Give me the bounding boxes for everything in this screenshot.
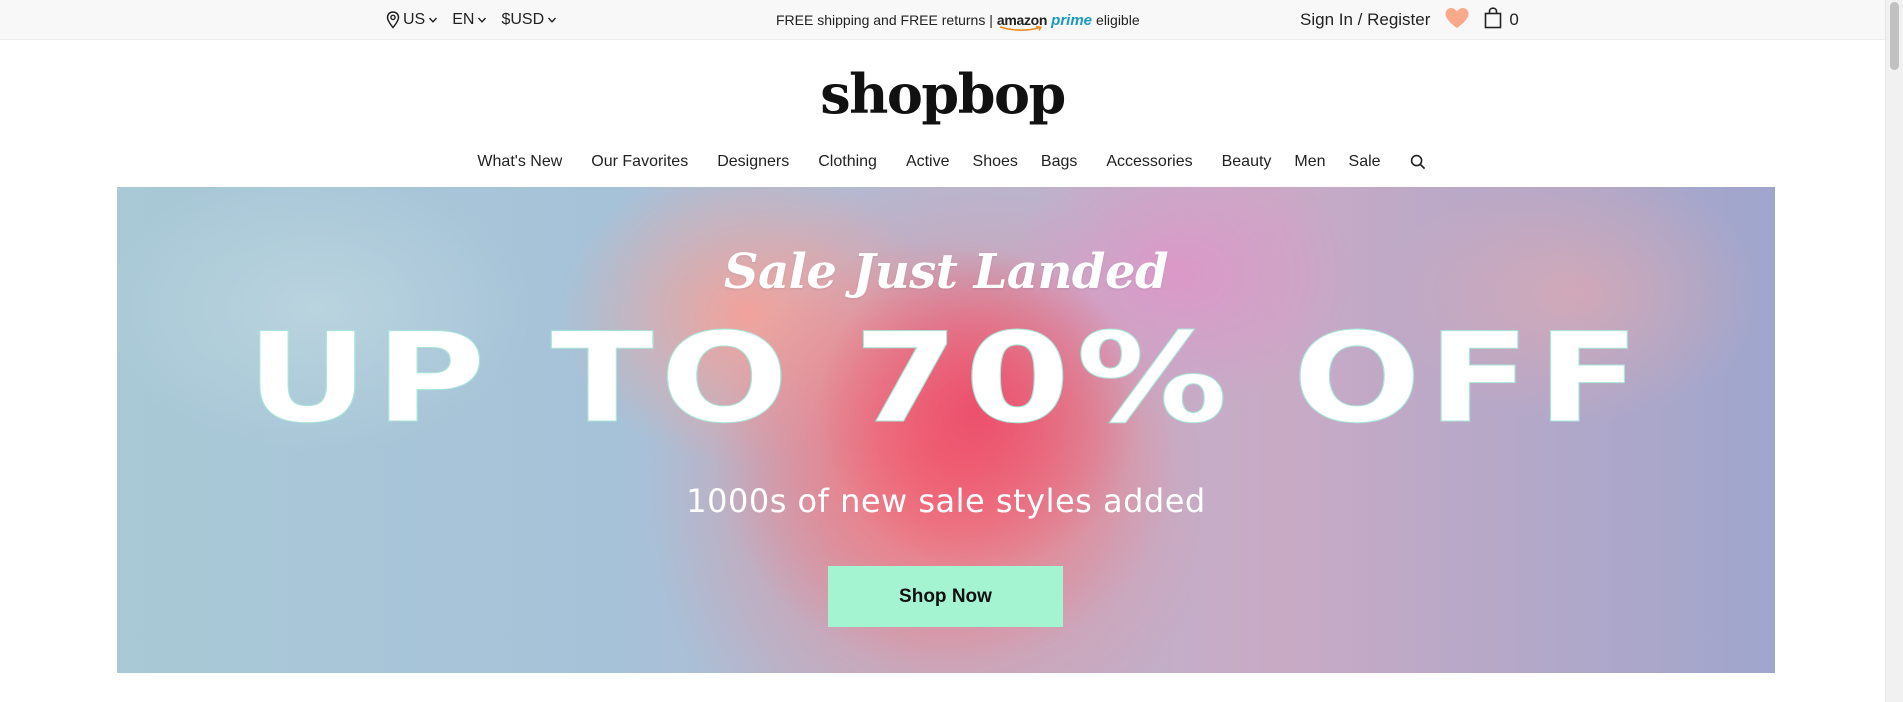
shipping-text: FREE shipping and FREE returns | [776, 12, 993, 28]
hero-subtitle: Sale Just Landed [723, 244, 1169, 300]
page-scrollbar[interactable] [1885, 0, 1903, 702]
site-logo[interactable]: shopbop [0, 62, 1885, 126]
nav-item-bags[interactable]: Bags [1041, 153, 1077, 171]
shipping-promo[interactable]: FREE shipping and FREE returns | amazon … [776, 11, 1140, 31]
sign-in-link[interactable]: Sign In / Register [1300, 10, 1430, 30]
scrollbar-thumb[interactable] [1890, 2, 1899, 70]
hero-banner[interactable]: Sale Just Landed UP TO 70% OFF 1000s of … [117, 187, 1775, 673]
nav-item-shoes[interactable]: Shoes [973, 153, 1018, 171]
heart-icon[interactable] [1444, 7, 1470, 34]
prime-text: prime [1051, 11, 1093, 29]
location-pin-icon [386, 11, 400, 29]
country-selector[interactable]: US [386, 11, 438, 29]
nav-item-men[interactable]: Men [1294, 153, 1325, 171]
search-icon[interactable] [1410, 154, 1426, 170]
account-actions: Sign In / Register 0 [1300, 6, 1519, 34]
nav-item-accessories[interactable]: Accessories [1106, 153, 1192, 171]
nav-item-designers[interactable]: Designers [717, 153, 789, 171]
chevron-down-icon [428, 16, 438, 24]
shopping-bag-button[interactable]: 0 [1484, 6, 1519, 34]
nav-item-active[interactable]: Active [906, 153, 950, 171]
bag-count: 0 [1509, 10, 1519, 29]
nav-item-our-favorites[interactable]: Our Favorites [591, 153, 688, 171]
eligible-text: eligible [1096, 12, 1140, 28]
locale-selectors: US EN $USD [386, 10, 557, 30]
language-label: EN [452, 11, 475, 28]
shopping-bag-icon [1484, 6, 1502, 34]
nav-item-whats-new[interactable]: What's New [477, 153, 562, 171]
nav-item-beauty[interactable]: Beauty [1222, 153, 1272, 171]
currency-label: $USD [501, 11, 545, 28]
hero-headline: UP TO 70% OFF [245, 307, 1647, 451]
nav-item-sale[interactable]: Sale [1349, 153, 1381, 171]
chevron-down-icon [547, 16, 557, 24]
amazon-logo: amazon [997, 12, 1047, 31]
hero-description: 1000s of new sale styles added [686, 482, 1206, 520]
nav-item-clothing[interactable]: Clothing [818, 153, 877, 171]
language-selector[interactable]: EN [452, 11, 487, 29]
shop-now-button[interactable]: Shop Now [828, 566, 1063, 627]
country-label: US [403, 11, 426, 28]
currency-selector[interactable]: $USD [501, 11, 557, 29]
main-nav: What's New Our Favorites Designers Cloth… [0, 150, 1885, 174]
chevron-down-icon [477, 16, 487, 24]
utility-bar: US EN $USD FREE shipping and FREE return… [0, 0, 1885, 40]
